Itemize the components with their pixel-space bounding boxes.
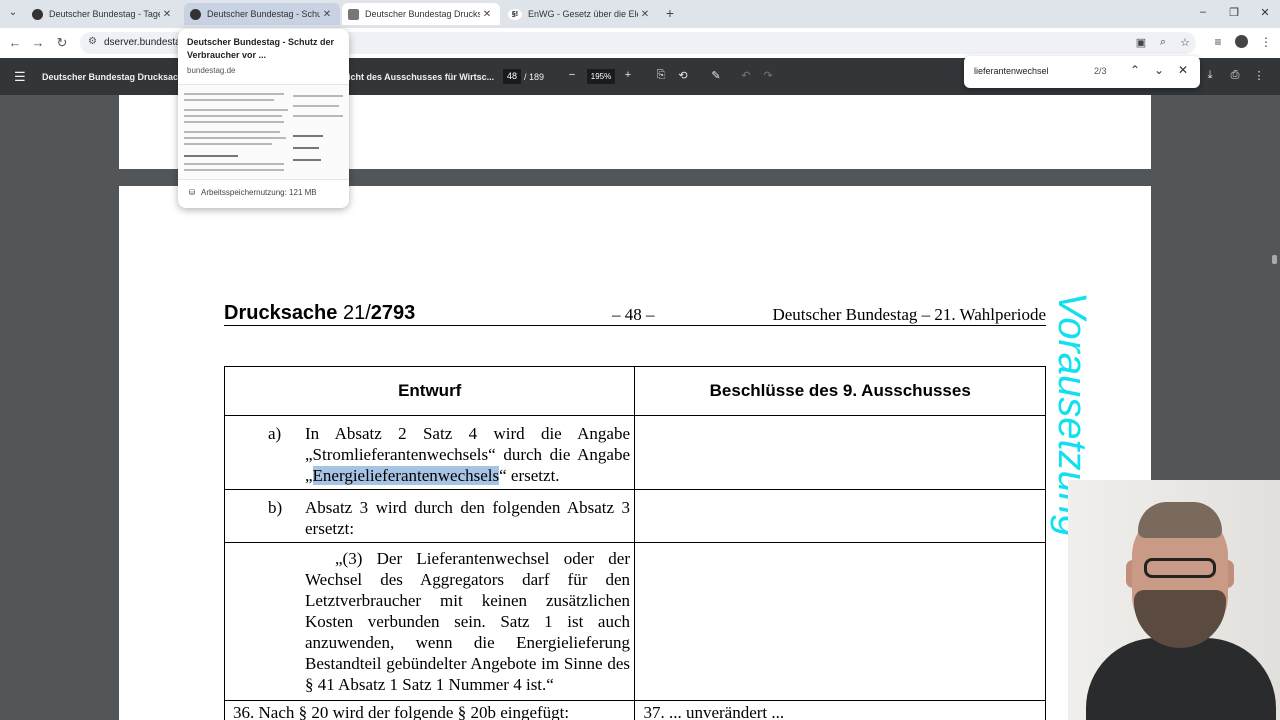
page-total: / 189 <box>524 72 545 82</box>
zoom-icon[interactable]: ⌕ <box>1156 36 1170 49</box>
item-text-b: Absatz 3 wird durch den folgenden Absatz… <box>305 498 630 538</box>
close-tab-icon[interactable]: ✕ <box>480 9 494 20</box>
column-header-beschluesse: Beschlüsse des 9. Ausschusses <box>634 366 1046 416</box>
page-number-input[interactable]: 48 <box>503 69 521 84</box>
absatz-3-text: „(3) Der Lieferantenwechsel oder der Wec… <box>305 549 630 694</box>
hamburger-menu-icon[interactable]: ☰ <box>14 69 26 85</box>
print-icon[interactable]: ⎙ <box>1228 69 1242 82</box>
tab-enwg[interactable]: §! EnWG - Gesetz über die Elektri ✕ <box>502 3 658 25</box>
download-icon[interactable]: ⤓ <box>1203 69 1217 82</box>
find-highlight: Energielieferantenwechsels <box>312 466 500 485</box>
restore-icon[interactable]: ❐ <box>1227 6 1241 19</box>
hover-card-title: Deutscher Bundestag - Schutz der Verbrau… <box>187 37 335 60</box>
tab-tagesordnung[interactable]: Deutscher Bundestag - Tagesor ✕ <box>26 3 180 25</box>
page-number-label: – 48 – <box>612 305 655 324</box>
table-row-c-right <box>634 542 1046 701</box>
page-header: Drucksache 21/2793 – 48 – Deutscher Bund… <box>224 300 1046 326</box>
table-row-b-left: b) Absatz 3 wird durch den folgenden Abs… <box>223 489 636 543</box>
undo-icon[interactable]: ↶ <box>739 69 753 82</box>
tab-title: Deutscher Bundestag Drucksac <box>365 9 480 19</box>
table-row-a-left: a) In Absatz 2 Satz 4 wird die Angabe „S… <box>223 415 636 490</box>
person-glasses <box>1144 558 1216 578</box>
close-tab-icon[interactable]: ✕ <box>320 9 334 20</box>
memory-icon: ⛁ <box>188 188 196 197</box>
pdf-page-favicon-icon <box>348 8 359 20</box>
webcam-overlay <box>1068 480 1280 720</box>
hover-card-memory: ⛁ Arbeitsspeichernutzung: 121 MB <box>188 188 317 197</box>
tab-hover-card: Deutscher Bundestag - Schutz der Verbrau… <box>178 29 349 208</box>
rotate-icon[interactable]: ⟲ <box>676 69 690 82</box>
table-row-d-right: 37. ... unverändert ... <box>634 700 1046 720</box>
zoom-level-input[interactable]: 195% <box>587 69 615 84</box>
find-match-count: 2/3 <box>1094 66 1107 76</box>
back-arrow-icon[interactable]: ← <box>7 35 23 51</box>
wahlperiode-label: Deutscher Bundestag – 21. Wahlperiode <box>772 305 1046 324</box>
person-hair <box>1138 502 1222 538</box>
fit-page-icon[interactable]: ⎘ <box>654 69 668 82</box>
window-close-icon[interactable]: ✕ <box>1258 6 1272 19</box>
paragraph-favicon-icon: §! <box>508 8 522 20</box>
tab-title: Deutscher Bundestag - Schutz d <box>207 9 320 19</box>
site-info-icon[interactable]: ⚙ <box>88 36 97 47</box>
tab-search-chevron-icon[interactable]: ⌄ <box>6 6 20 20</box>
hover-card-domain: bundestag.de <box>187 66 236 75</box>
find-next-chevron-down-icon[interactable]: ⌄ <box>1152 63 1166 77</box>
more-options-icon[interactable]: ⋮ <box>1252 69 1266 82</box>
reload-icon[interactable]: ↻ <box>54 35 70 51</box>
minimize-icon[interactable]: – <box>1196 6 1210 18</box>
item-36-text: 36. Nach § 20 wird der folgende § 20b ei… <box>233 703 570 720</box>
table-row-b-right <box>634 489 1046 543</box>
item-label-a: a) <box>268 424 282 443</box>
find-previous-chevron-up-icon[interactable]: ⌃ <box>1128 63 1142 77</box>
pdf-page: Drucksache 21/2793 – 48 – Deutscher Bund… <box>119 186 1151 720</box>
close-tab-icon[interactable]: ✕ <box>638 9 652 20</box>
tab-drucksache[interactable]: Deutscher Bundestag Drucksac ✕ <box>342 3 500 25</box>
table-row-a-right <box>634 415 1046 490</box>
zoom-in-icon[interactable]: + <box>621 69 635 81</box>
tab-title: EnWG - Gesetz über die Elektri <box>528 9 638 19</box>
item-text-a: In Absatz 2 Satz 4 wird die Angabe „Stro… <box>305 424 630 485</box>
bundestag-favicon-icon <box>190 8 201 20</box>
find-close-icon[interactable]: ✕ <box>1176 63 1190 77</box>
tab-strip: ⌄ Deutscher Bundestag - Tagesor ✕ Deutsc… <box>0 0 1280 28</box>
tab-schutz-der-verbraucher[interactable]: Deutscher Bundestag - Schutz d ✕ <box>184 3 340 25</box>
column-header-entwurf: Entwurf <box>223 366 636 416</box>
zoom-out-icon[interactable]: − <box>565 69 579 81</box>
tab-title: Deutscher Bundestag - Tagesor <box>49 9 160 19</box>
comparison-table: Entwurf Beschlüsse des 9. Ausschusses a)… <box>223 366 1046 720</box>
pdf-document-title-continued: icht des Ausschusses für Wirtsc... <box>348 72 495 82</box>
pdf-open-icon[interactable]: ▣ <box>1134 36 1148 49</box>
forward-arrow-icon[interactable]: → <box>30 35 46 51</box>
find-bar: lieferantenwechsel 2/3 ⌃ ⌄ ✕ <box>964 56 1200 88</box>
table-row-d-left: 36. Nach § 20 wird der folgende § 20b ei… <box>223 700 636 720</box>
find-input[interactable]: lieferantenwechsel <box>974 66 1049 76</box>
redo-icon[interactable]: ↷ <box>761 69 775 82</box>
table-row-c-left: „(3) Der Lieferantenwechsel oder der Wec… <box>223 542 636 701</box>
url-text: dserver.bundestag <box>104 37 187 48</box>
item-label-b: b) <box>268 498 283 517</box>
hover-card-thumbnail <box>178 84 349 180</box>
new-tab-plus-icon[interactable]: + <box>662 5 678 21</box>
reading-list-icon[interactable]: ≡ <box>1210 35 1226 49</box>
bundestag-favicon-icon <box>32 8 43 20</box>
browser-menu-icon[interactable]: ⋮ <box>1258 35 1274 49</box>
drucksache-number: Drucksache 21/2793 <box>224 302 416 324</box>
bookmark-star-icon[interactable]: ☆ <box>1178 36 1192 49</box>
close-tab-icon[interactable]: ✕ <box>160 9 174 20</box>
profile-avatar[interactable] <box>1235 35 1248 48</box>
scrollbar-thumb[interactable] <box>1272 255 1277 264</box>
pdf-document-title: Deutscher Bundestag Drucksach <box>42 72 184 82</box>
annotate-pen-icon[interactable]: ✎ <box>709 69 723 82</box>
item-37-text: 37. ... unverändert ... <box>643 703 785 720</box>
